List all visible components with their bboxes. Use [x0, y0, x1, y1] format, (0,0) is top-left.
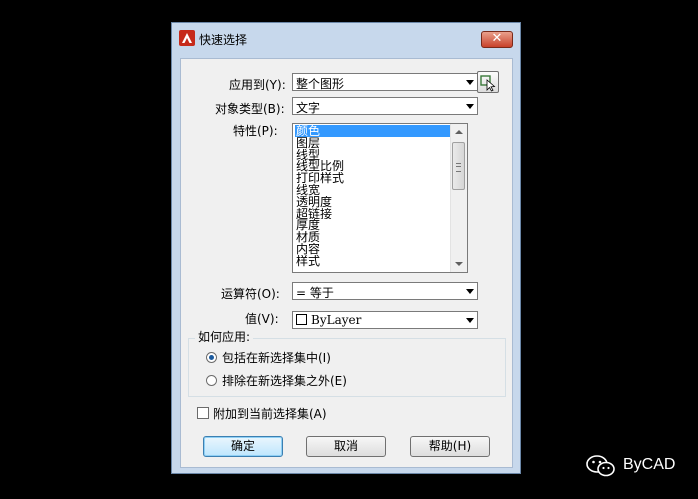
- property-list-item[interactable]: 图层: [295, 137, 451, 149]
- cancel-button[interactable]: 取消: [306, 436, 386, 457]
- watermark: ByCAD: [585, 452, 685, 480]
- append-checkbox[interactable]: [197, 407, 209, 419]
- property-list-item[interactable]: 颜色: [295, 125, 451, 137]
- chevron-down-icon: [466, 104, 474, 109]
- object-type-dropdown[interactable]: 文字: [292, 97, 478, 115]
- properties-list: 颜色 图层 线型 线型比例 打印样式 线宽 透明度 超链接 厚度 材质 内容 样式: [295, 125, 451, 267]
- scroll-down-icon[interactable]: [455, 262, 463, 266]
- property-list-item[interactable]: 超链接: [295, 208, 451, 220]
- dialog-title: 快速选择: [199, 33, 248, 47]
- how-to-apply-legend: 如何应用:: [195, 328, 254, 345]
- apply-to-label: 应用到(Y):: [229, 78, 286, 92]
- title-bar[interactable]: 快速选择 ✕: [172, 23, 520, 51]
- exclude-radio[interactable]: [206, 375, 217, 386]
- apply-to-dropdown[interactable]: 整个图形: [292, 73, 478, 91]
- quick-select-dialog: 快速选择 ✕ 应用到(Y): 整个图形 对象类型(B): 文字 特性(P): 颜…: [171, 22, 521, 474]
- close-icon: ✕: [491, 31, 503, 46]
- color-swatch-icon: [296, 314, 307, 325]
- apply-to-value: 整个图形: [296, 77, 345, 91]
- properties-listbox[interactable]: 颜色 图层 线型 线型比例 打印样式 线宽 透明度 超链接 厚度 材质 内容 样式: [292, 123, 468, 273]
- include-radio[interactable]: [206, 352, 217, 363]
- wechat-icon: [586, 455, 615, 477]
- chevron-down-icon: [466, 318, 474, 323]
- include-radio-label[interactable]: 包括在新选择集中(I): [222, 349, 331, 366]
- property-list-item[interactable]: 线宽: [295, 184, 451, 196]
- operator-label: 运算符(O):: [221, 287, 280, 301]
- property-list-item[interactable]: 样式: [295, 255, 451, 267]
- operator-value: = 等于: [296, 286, 334, 300]
- property-list-item[interactable]: 线型比例: [295, 160, 451, 172]
- properties-label: 特性(P):: [233, 124, 278, 138]
- object-type-label: 对象类型(B):: [215, 102, 285, 116]
- value-display: ByLayer: [296, 313, 361, 327]
- operator-dropdown[interactable]: = 等于: [292, 282, 478, 300]
- property-list-item[interactable]: 内容: [295, 243, 451, 255]
- exclude-radio-label[interactable]: 排除在新选择集之外(E): [222, 372, 347, 389]
- property-list-item[interactable]: 打印样式: [295, 172, 451, 184]
- object-type-value: 文字: [296, 101, 321, 115]
- dialog-body: 应用到(Y): 整个图形 对象类型(B): 文字 特性(P): 颜色 图层 线型 线型…: [180, 58, 513, 468]
- radio-selected-dot: [209, 355, 214, 360]
- scroll-thumb[interactable]: [452, 142, 465, 190]
- property-list-item[interactable]: 厚度: [295, 219, 451, 231]
- value-dropdown[interactable]: ByLayer: [292, 311, 478, 329]
- property-list-item[interactable]: 透明度: [295, 196, 451, 208]
- scroll-up-icon[interactable]: [455, 130, 463, 134]
- value-label: 值(V):: [245, 312, 279, 326]
- select-objects-button[interactable]: [477, 71, 499, 93]
- chevron-down-icon: [466, 289, 474, 294]
- grip-icon: [456, 163, 461, 172]
- chevron-down-icon: [466, 80, 474, 85]
- close-button[interactable]: ✕: [481, 31, 513, 48]
- property-list-item[interactable]: 材质: [295, 231, 451, 243]
- property-list-item[interactable]: 线型: [295, 149, 451, 161]
- select-objects-icon: [480, 75, 496, 92]
- watermark-text: ByCAD: [623, 456, 676, 473]
- properties-scrollbar[interactable]: [450, 124, 467, 272]
- value-text: ByLayer: [311, 313, 362, 327]
- help-button[interactable]: 帮助(H): [410, 436, 490, 457]
- autocad-logo-icon: [179, 30, 195, 46]
- ok-button[interactable]: 确定: [203, 436, 283, 457]
- append-checkbox-label[interactable]: 附加到当前选择集(A): [213, 405, 327, 422]
